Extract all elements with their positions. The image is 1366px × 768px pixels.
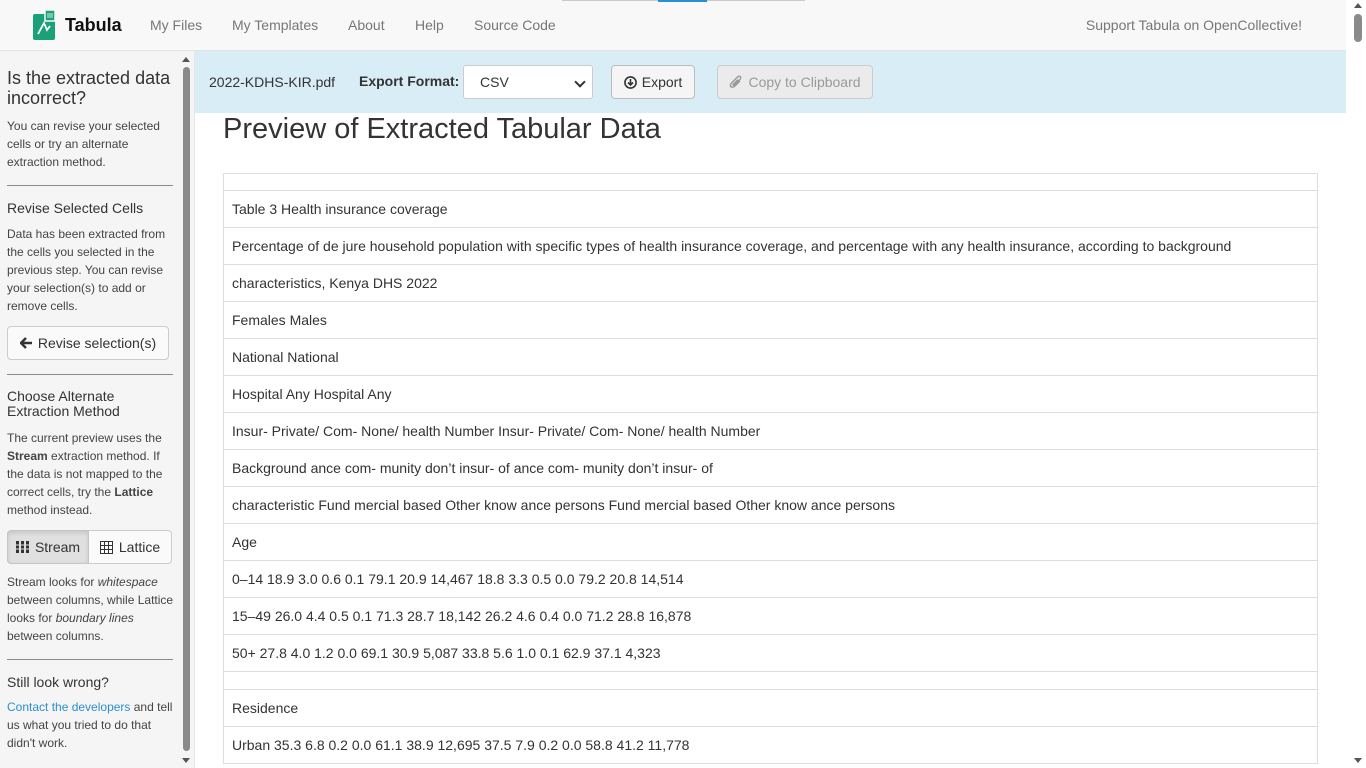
revise-heading: Revise Selected Cells	[7, 200, 144, 216]
export-bar: 2022-KDHS-KIR.pdf Export Format: CSV Exp…	[195, 51, 1346, 113]
page-scrollbar[interactable]	[1346, 0, 1366, 768]
table-row: 15–49 26.0 4.4 0.5 0.1 71.3 28.7 18,142 …	[223, 598, 1318, 635]
table-row: Residence	[223, 690, 1318, 727]
scroll-up-icon[interactable]	[182, 57, 190, 62]
copy-label: Copy to Clipboard	[748, 74, 861, 90]
brand-name: Tabula	[65, 14, 122, 35]
table-row: characteristics, Kenya DHS 2022	[223, 265, 1318, 302]
table-row: Urban 35.3 6.8 0.2 0.0 61.1 38.9 12,695 …	[223, 727, 1318, 764]
grid-icon	[99, 540, 113, 554]
contact-developers-link[interactable]: Contact the developers	[7, 700, 130, 714]
chevron-down-icon	[574, 76, 586, 88]
method-text: The current preview uses the Stream extr…	[7, 431, 163, 517]
sidebar-scrollbar[interactable]	[180, 53, 192, 768]
table-row: Females Males	[223, 302, 1318, 339]
export-format-select[interactable]: CSV	[463, 65, 593, 99]
contact-text: Contact the developers and tell us what …	[7, 700, 173, 750]
brand-link[interactable]: Tabula	[33, 9, 122, 41]
lattice-button[interactable]: Lattice	[89, 530, 172, 564]
table-row: 50+ 27.8 4.0 1.2 0.0 69.1 30.9 5,087 33.…	[223, 635, 1318, 672]
nav-support-opencollective[interactable]: Support Tabula on OpenCollective!	[1086, 17, 1302, 33]
sidebar-divider	[7, 185, 173, 186]
revise-text: Data has been extracted from the cells y…	[7, 227, 166, 313]
top-navbar: Tabula My Files My Templates About Help …	[0, 0, 1366, 51]
preview-table: Table 3 Health insurance coverage Percen…	[223, 173, 1318, 768]
method-help-text: Stream looks for whitespace between colu…	[7, 575, 174, 643]
arrow-left-icon	[19, 337, 32, 349]
table-row: National National	[223, 339, 1318, 376]
revise-selection-label: Revise selection(s)	[37, 335, 157, 351]
sidebar-scroll-thumb[interactable]	[183, 67, 190, 751]
page-scroll-thumb[interactable]	[1354, 14, 1362, 42]
filename: 2022-KDHS-KIR.pdf	[209, 74, 336, 90]
export-format-label: Export Format:	[359, 73, 460, 89]
export-button[interactable]: Export	[611, 65, 695, 99]
download-icon	[623, 75, 637, 89]
paperclip-icon	[730, 75, 742, 88]
nav-source-code[interactable]: Source Code	[474, 17, 556, 33]
sidebar-intro: You can revise your selected cells or tr…	[7, 119, 160, 169]
export-label: Export	[641, 74, 683, 90]
tabula-logo-icon	[33, 10, 56, 40]
table-row	[223, 672, 1318, 690]
nav-help[interactable]: Help	[415, 17, 444, 33]
sidebar: Is the extracted data incorrect? You can…	[0, 51, 195, 768]
nav-my-templates[interactable]: My Templates	[232, 17, 318, 33]
nav-my-files[interactable]: My Files	[150, 17, 202, 33]
stream-label: Stream	[34, 539, 81, 555]
scroll-up-icon[interactable]	[1354, 3, 1362, 8]
tab-indicator-active	[658, 0, 707, 2]
stream-button[interactable]: Stream	[7, 530, 89, 564]
lattice-label: Lattice	[118, 539, 161, 555]
scroll-down-icon[interactable]	[1354, 758, 1362, 763]
table-row: Percentage of de jure household populati…	[223, 228, 1318, 265]
table-row: 0–14 18.9 3.0 0.6 0.1 79.1 20.9 14,467 1…	[223, 561, 1318, 598]
method-heading: Choose Alternate Extraction Method	[7, 388, 120, 419]
nav-about[interactable]: About	[348, 17, 385, 33]
columns-icon	[15, 541, 29, 553]
extraction-method-toggle: Stream Lattice	[7, 530, 172, 564]
wrong-heading: Still look wrong?	[7, 674, 109, 690]
copy-to-clipboard-button[interactable]: Copy to Clipboard	[717, 65, 873, 99]
table-row: Insur- Private/ Com- None/ health Number…	[223, 413, 1318, 450]
export-format-value: CSV	[480, 74, 509, 90]
revise-selection-button[interactable]: Revise selection(s)	[7, 326, 169, 360]
table-row: Age	[223, 524, 1318, 561]
table-row	[223, 173, 1318, 191]
sidebar-heading: Is the extracted data incorrect?	[7, 68, 171, 108]
method-current: Stream	[7, 449, 48, 463]
method-alternate: Lattice	[114, 485, 154, 499]
sidebar-divider	[7, 374, 173, 375]
sidebar-divider	[7, 659, 173, 660]
table-row: Hospital Any Hospital Any	[223, 376, 1318, 413]
page-title: Preview of Extracted Tabular Data	[223, 113, 661, 145]
table-row: Background ance com- munity don’t insur-…	[223, 450, 1318, 487]
table-row: Table 3 Health insurance coverage	[223, 191, 1318, 228]
table-row: characteristic Fund mercial based Other …	[223, 487, 1318, 524]
scroll-down-icon[interactable]	[182, 758, 190, 763]
